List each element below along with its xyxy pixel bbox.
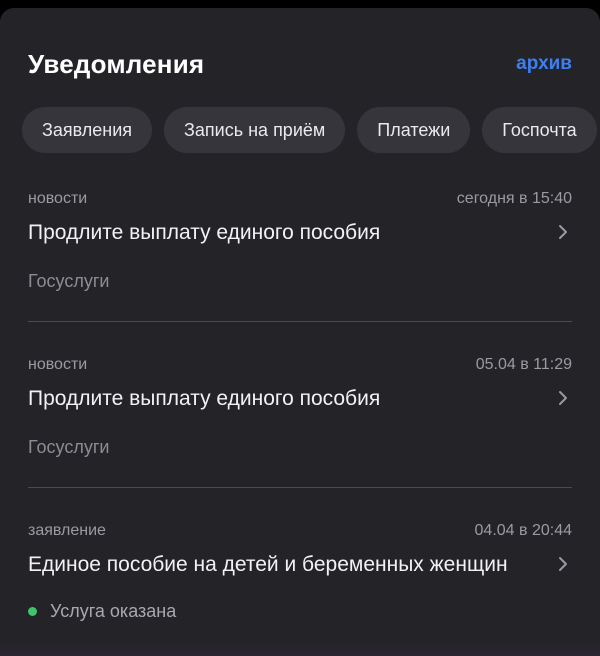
notification-time: сегодня в 15:40: [456, 190, 572, 207]
bottom-gradient: [0, 642, 600, 656]
filter-chip-appointments[interactable]: Запись на приём: [164, 107, 346, 153]
notification-item[interactable]: заявление 04.04 в 20:44 Единое пособие н…: [28, 516, 572, 622]
notification-item[interactable]: новости 05.04 в 11:29 Продлите выплату е…: [28, 350, 572, 458]
divider: [28, 321, 572, 322]
chevron-right-icon: [559, 225, 567, 239]
notification-source: Госуслуги: [28, 271, 110, 291]
filter-chip-applications[interactable]: Заявления: [22, 107, 153, 153]
notification-meta: новости сегодня в 15:40: [28, 184, 572, 214]
status-badge: Услуга оказана: [28, 601, 572, 622]
notification-time: 05.04 в 11:29: [475, 356, 572, 373]
notification-meta: новости 05.04 в 11:29: [28, 350, 572, 380]
notification-list: новости сегодня в 15:40 Продлите выплату…: [28, 184, 572, 622]
notification-item[interactable]: новости сегодня в 15:40 Продлите выплату…: [28, 184, 572, 292]
notification-time: 04.04 в 20:44: [474, 522, 572, 539]
filter-chip-gospochta[interactable]: Госпочта: [482, 107, 597, 153]
status-text: Услуга оказана: [50, 601, 177, 621]
chevron-right-icon: [559, 391, 567, 405]
notification-body: Продлите выплату единого пособия: [28, 384, 572, 413]
archive-link[interactable]: архив: [516, 53, 572, 75]
divider: [28, 487, 572, 488]
header: Уведомления архив: [28, 44, 572, 84]
status-dot-icon: [28, 607, 37, 616]
notification-meta: заявление 04.04 в 20:44: [28, 516, 572, 546]
notification-title: Продлите выплату единого пособия: [28, 387, 381, 410]
notification-title: Единое пособие на детей и беременных жен…: [28, 553, 508, 576]
notification-source: Госуслуги: [28, 437, 110, 457]
notifications-sheet: Уведомления архив Заявления Запись на пр…: [0, 8, 600, 656]
chevron-right-icon: [559, 557, 567, 571]
notification-category: новости: [28, 356, 88, 373]
page-title: Уведомления: [28, 48, 205, 79]
filter-chip-payments[interactable]: Платежи: [357, 107, 471, 153]
notification-category: новости: [28, 190, 88, 207]
notification-category: заявление: [28, 522, 106, 539]
notification-title: Продлите выплату единого пособия: [28, 221, 381, 244]
notification-body: Единое пособие на детей и беременных жен…: [28, 550, 572, 579]
filter-chips: Заявления Запись на приём Платежи Госпоч…: [22, 107, 600, 153]
notification-body: Продлите выплату единого пособия: [28, 218, 572, 247]
